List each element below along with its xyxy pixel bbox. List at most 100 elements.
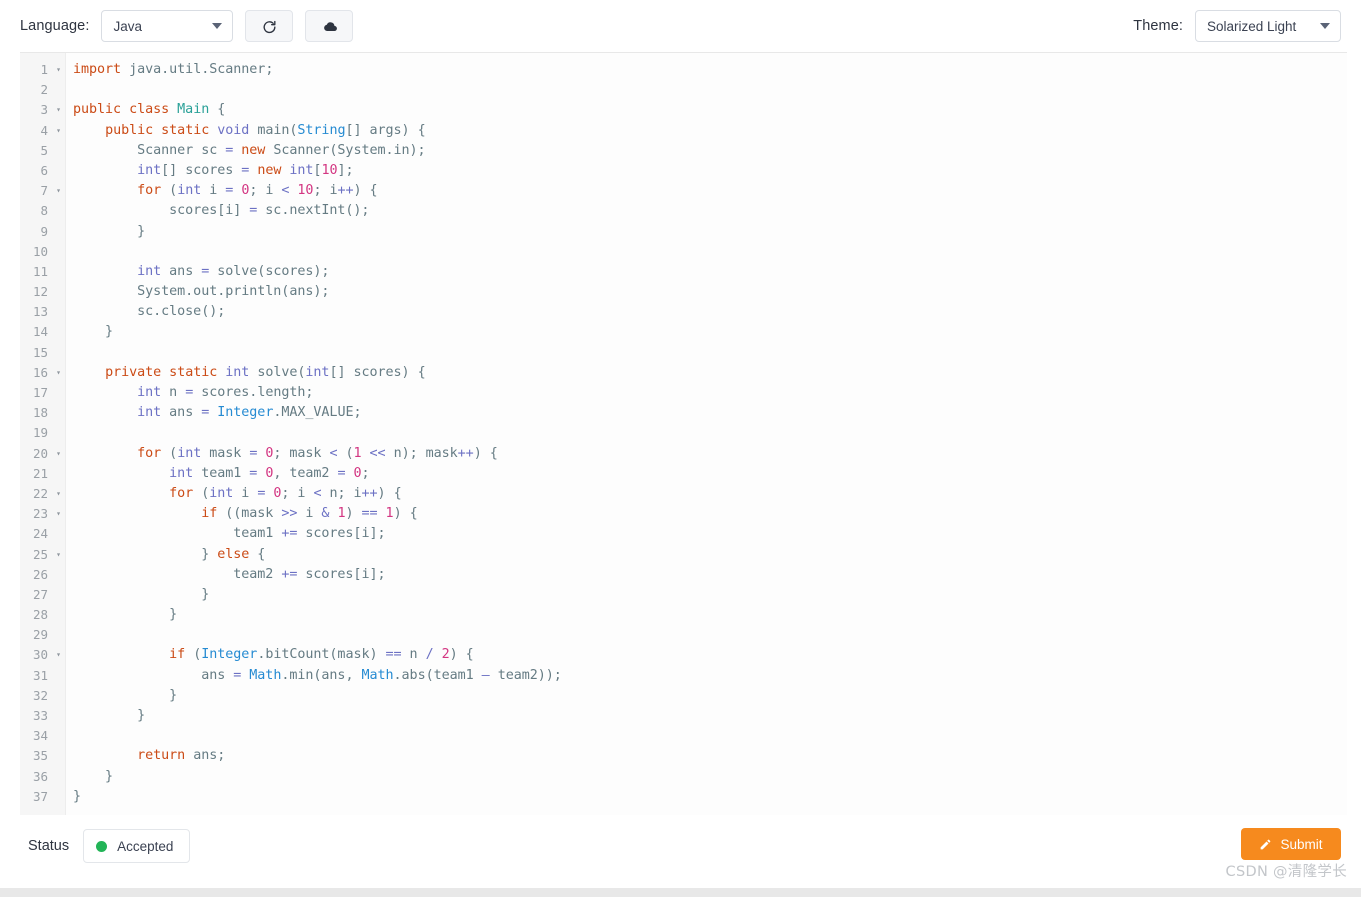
line-number: 5 [40,142,48,158]
fold-toggle-icon[interactable]: ▾ [56,545,61,565]
code-token: ; mask [273,445,330,461]
line-number: 8 [40,203,48,219]
code-token: += [281,566,298,582]
code-line: Scanner sc = new Scanner(System.in); [73,141,1347,161]
bottom-band [0,888,1361,897]
code-line: } [73,787,1347,807]
code-content[interactable]: import java.util.Scanner; public class M… [66,53,1347,815]
language-label: Language: [20,18,90,34]
code-token: == [361,506,378,522]
fold-toggle-icon[interactable]: ▾ [56,363,61,383]
submit-button[interactable]: Submit [1241,828,1341,860]
code-token: } [73,223,146,239]
line-number: 32 [32,687,48,703]
code-token: n [161,385,186,400]
code-line: } [73,322,1347,342]
code-token: int [137,263,162,279]
theme-select[interactable]: Solarized Light [1195,10,1341,42]
code-token: int [137,385,162,400]
code-token: } [73,788,82,804]
code-token: .min(ans, [281,667,362,683]
code-token: .bitCount(mask) [257,647,386,663]
code-token: – [481,667,490,683]
code-token: } [73,687,178,703]
code-token: 0 [353,465,362,481]
code-token: team1 [193,465,250,481]
code-token: sc.close(); [73,304,226,320]
line-number: 36 [32,768,48,784]
upload-code-button[interactable] [305,10,354,42]
code-line: } [73,767,1347,787]
code-token: } [73,768,114,784]
line-number: 23 ▾ [20,504,65,524]
code-token: scores[i]; [297,526,386,542]
language-select[interactable]: Java [101,10,234,42]
code-token: int [177,445,202,461]
code-editor[interactable]: 1 ▾ 2 3 ▾ 4 ▾ 5 6 7 ▾ 8 9 10 11 12 13 14 15 16 ▾ 17 18 19 20 ▾ 21 2… [20,52,1347,815]
code-token: / [425,647,434,663]
code-token: 1 [353,445,362,461]
code-token: team2)); [489,667,562,683]
code-token: ( [161,183,178,199]
line-number: 27 [32,586,48,602]
code-token: ; i [249,183,282,199]
code-token: import [73,62,122,77]
fold-toggle-icon[interactable]: ▾ [56,504,61,524]
code-line: import java.util.Scanner; [73,60,1347,80]
line-number: 18 [32,405,48,421]
fold-toggle-icon[interactable]: ▾ [56,60,61,80]
code-token: ++ [361,485,378,501]
line-number: 33 [32,708,48,723]
line-number: 31 [32,667,48,683]
code-token: { [209,102,226,118]
fold-toggle-icon[interactable]: ▾ [56,645,61,665]
fold-toggle-icon[interactable]: ▾ [56,444,61,464]
code-token: } [73,708,146,723]
code-token: main( [249,122,298,138]
code-token: String [297,122,346,138]
fold-toggle-icon[interactable]: ▾ [56,181,61,201]
code-token: , team2 [273,465,338,481]
code-token: scores.length; [193,385,314,400]
code-token: } [73,586,210,602]
line-number: 1 ▾ [20,60,65,80]
code-token: 1 [385,506,394,522]
code-token: i [297,506,322,522]
code-token: public [73,102,122,118]
fold-toggle-icon[interactable]: ▾ [56,484,61,504]
code-token: [] scores [161,162,242,178]
code-token: team2 [73,566,282,582]
line-number: 10 [32,243,48,259]
code-token: i [233,485,258,501]
code-token: ( [337,445,354,461]
line-number: 9 [40,223,48,239]
fold-toggle-icon[interactable]: ▾ [56,121,61,141]
code-line: team1 += scores[i]; [73,524,1347,544]
code-token: ans [161,263,202,279]
code-line: if (Integer.bitCount(mask) == n / 2) { [73,645,1347,665]
submit-button-label: Submit [1280,836,1323,852]
reset-code-button[interactable] [245,10,294,42]
chevron-down-icon [212,23,223,29]
code-line: for (int i = 0; i < 10; i++) { [73,181,1347,201]
line-number: 26 [32,566,48,582]
code-token: static [169,364,218,380]
code-token: .abs(team1 [393,667,482,683]
editor-toolbar: Language: Java Theme: Solarized Light [0,0,1361,52]
code-line: int team1 = 0, team2 = 0; [73,464,1347,484]
code-token: ) [345,506,362,522]
fold-toggle-icon[interactable]: ▾ [56,100,61,120]
code-line: team2 += scores[i]; [73,565,1347,585]
code-token: ans; [185,748,226,764]
